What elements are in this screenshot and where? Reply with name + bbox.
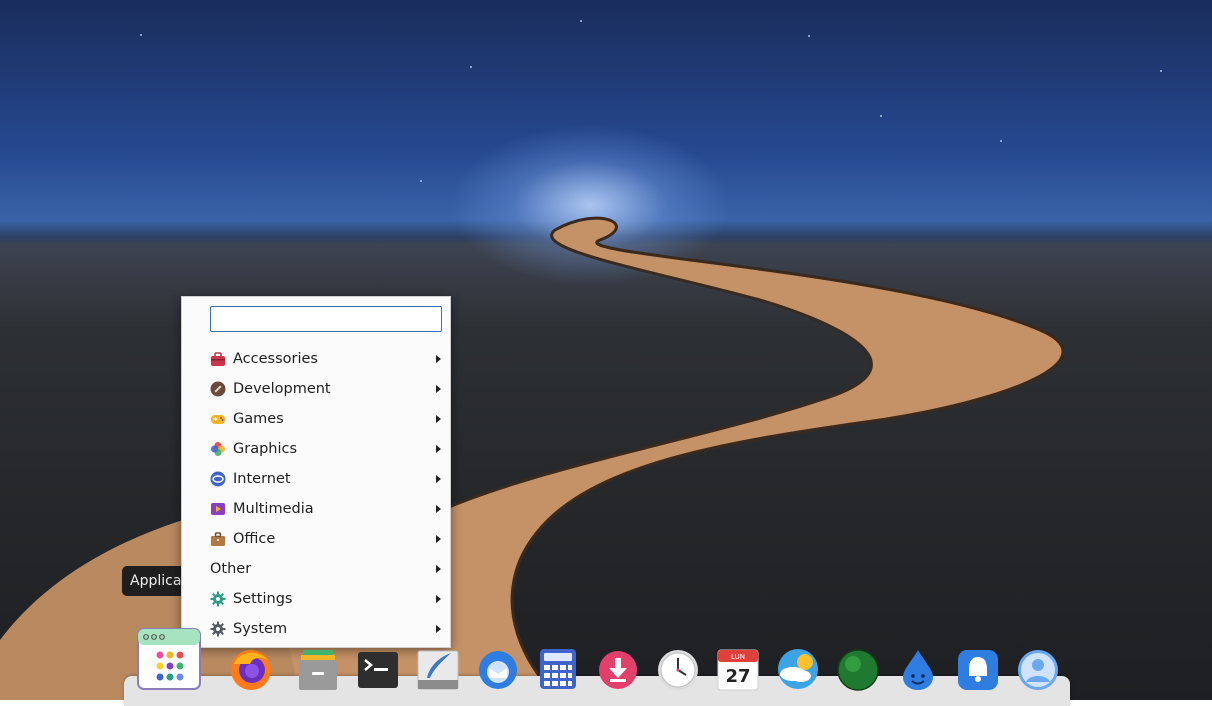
user-account-icon[interactable] bbox=[1015, 646, 1061, 692]
submenu-arrow-icon bbox=[436, 535, 441, 543]
media-player-icon bbox=[211, 503, 225, 515]
menu-item-system[interactable]: System bbox=[182, 614, 450, 644]
menu-item-label: Other bbox=[210, 561, 252, 577]
menu-item-label: Internet bbox=[233, 471, 291, 487]
menu-item-office[interactable]: Office bbox=[182, 524, 450, 554]
hammer-icon bbox=[210, 381, 226, 397]
menu-item-multimedia[interactable]: Multimedia bbox=[182, 494, 450, 524]
calendar-day: 27 bbox=[725, 666, 750, 687]
toolbox-icon bbox=[211, 352, 225, 366]
terminal-icon[interactable] bbox=[355, 646, 401, 692]
search-input[interactable] bbox=[210, 306, 442, 332]
menu-item-label: Games bbox=[233, 411, 284, 427]
calculator-icon[interactable] bbox=[535, 646, 581, 692]
water-drop-icon[interactable] bbox=[895, 646, 941, 692]
submenu-arrow-icon bbox=[436, 565, 441, 573]
calendar-month: LUN bbox=[731, 653, 745, 661]
downloader-icon[interactable] bbox=[595, 646, 641, 692]
gamepad-icon bbox=[211, 415, 225, 424]
submenu-arrow-icon bbox=[436, 505, 441, 513]
menu-item-label: System bbox=[233, 621, 288, 637]
submenu-arrow-icon bbox=[436, 415, 441, 423]
applications-menu: Accessories Development Games Graphics I… bbox=[181, 296, 451, 648]
menu-item-development[interactable]: Development bbox=[182, 374, 450, 404]
menu-item-label: Graphics bbox=[233, 441, 298, 457]
menu-item-accessories[interactable]: Accessories bbox=[182, 344, 450, 374]
weather-icon[interactable] bbox=[775, 646, 821, 692]
submenu-arrow-icon bbox=[436, 625, 441, 633]
menu-item-label: Accessories bbox=[233, 351, 318, 367]
menu-item-label: Multimedia bbox=[233, 501, 314, 517]
text-editor-icon[interactable] bbox=[415, 646, 461, 692]
clock-icon[interactable] bbox=[655, 646, 701, 692]
green-sphere-icon[interactable] bbox=[835, 646, 881, 692]
briefcase-icon bbox=[211, 532, 225, 546]
submenu-arrow-icon bbox=[436, 445, 441, 453]
notifications-bell-icon[interactable] bbox=[955, 646, 1001, 692]
menu-item-other[interactable]: Other bbox=[182, 554, 450, 584]
submenu-arrow-icon bbox=[436, 475, 441, 483]
color-wheel-icon bbox=[211, 442, 225, 456]
menu-item-internet[interactable]: Internet bbox=[182, 464, 450, 494]
app-grid-icon[interactable] bbox=[136, 627, 202, 691]
calendar-icon[interactable]: LUN 27 bbox=[715, 646, 761, 692]
file-manager-icon[interactable] bbox=[295, 646, 341, 692]
menu-item-settings[interactable]: Settings bbox=[182, 584, 450, 614]
globe-icon bbox=[210, 471, 226, 487]
submenu-arrow-icon bbox=[436, 595, 441, 603]
menu-item-label: Development bbox=[233, 381, 331, 397]
menu-item-graphics[interactable]: Graphics bbox=[182, 434, 450, 464]
system-gear-icon bbox=[210, 621, 226, 637]
menu-item-label: Office bbox=[233, 531, 276, 547]
settings-gear-icon bbox=[210, 591, 226, 607]
menu-item-games[interactable]: Games bbox=[182, 404, 450, 434]
submenu-arrow-icon bbox=[436, 385, 441, 393]
firefox-icon[interactable] bbox=[228, 646, 274, 692]
submenu-arrow-icon bbox=[436, 355, 441, 363]
thunderbird-icon[interactable] bbox=[475, 646, 521, 692]
menu-item-label: Settings bbox=[233, 591, 293, 607]
